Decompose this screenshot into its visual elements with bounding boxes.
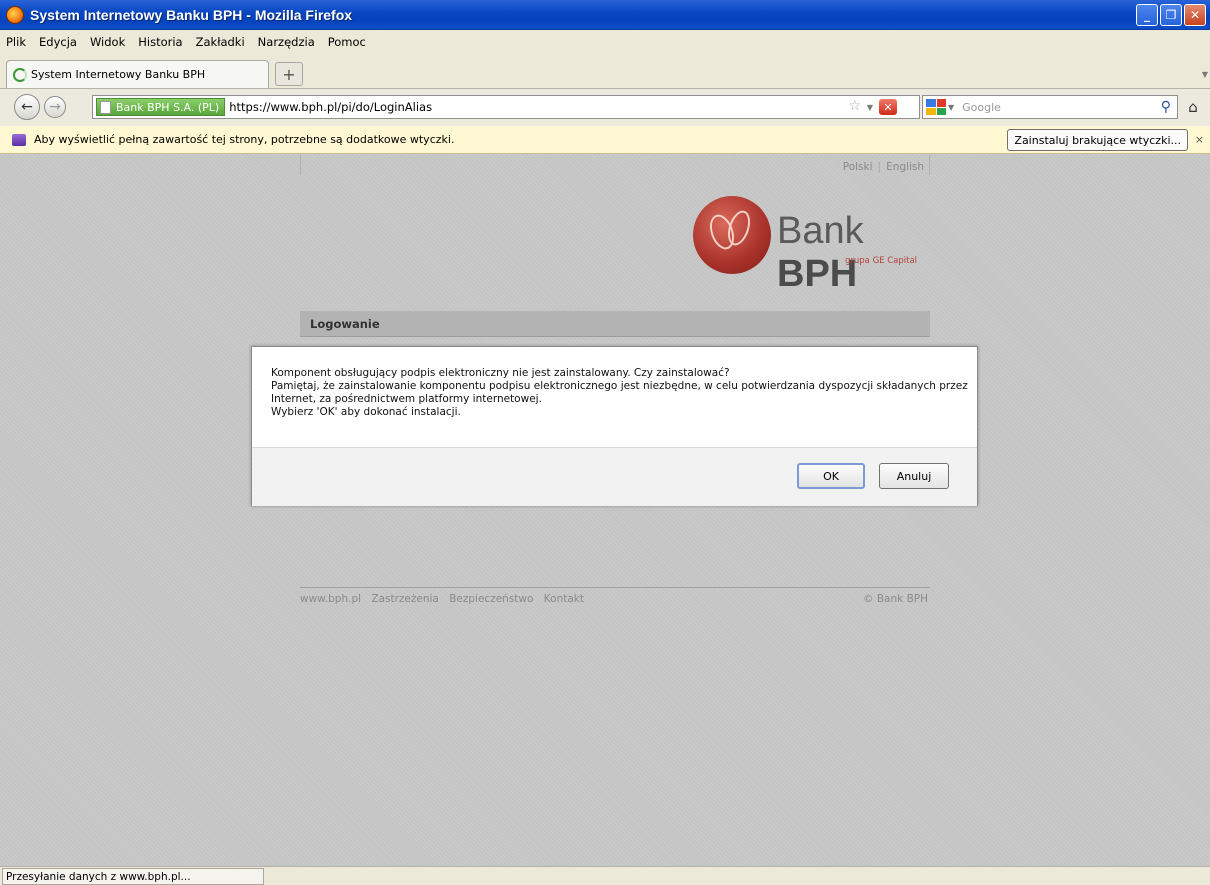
- menu-edycja[interactable]: Edycja: [39, 35, 77, 49]
- bank-logo-text: Bank BPH: [777, 210, 864, 295]
- tab-list-arrow-icon[interactable]: ▼: [1202, 70, 1208, 79]
- footer-copyright: © Bank BPH: [863, 593, 928, 605]
- tab-strip: System Internetowy Banku BPH + ▼: [0, 54, 1210, 88]
- menu-narzedzia[interactable]: Narzędzia: [258, 35, 315, 49]
- close-notification-icon[interactable]: ×: [1195, 133, 1204, 146]
- plugin-notification-bar: Aby wyświetlić pełną zawartość tej stron…: [0, 126, 1210, 154]
- bookmark-star-icon[interactable]: ☆: [848, 98, 861, 114]
- notification-message: Aby wyświetlić pełną zawartość tej stron…: [34, 133, 455, 146]
- install-component-dialog: Komponent obsługujący podpis elektronicz…: [251, 346, 978, 506]
- firefox-icon: [6, 5, 24, 24]
- language-switcher: Polski | English: [842, 161, 924, 173]
- maximize-button[interactable]: ❐: [1160, 4, 1182, 26]
- search-input[interactable]: Google: [962, 101, 1001, 114]
- search-bar[interactable]: ▼ Google ⚲: [922, 95, 1178, 119]
- window-titlebar[interactable]: System Internetowy Banku BPH - Mozilla F…: [0, 0, 1210, 30]
- header-strip: [300, 155, 930, 175]
- footer-link-disclaimer[interactable]: Zastrzeżenia: [371, 593, 438, 605]
- forward-button[interactable]: →: [44, 96, 66, 118]
- dialog-line-2: Pamiętaj, że zainstalowanie komponentu p…: [271, 380, 968, 392]
- navigation-bar: ← → Bank BPH S.A. (PL) https://www.bph.p…: [0, 88, 1210, 126]
- menu-widok[interactable]: Widok: [90, 35, 125, 49]
- close-window-button[interactable]: ✕: [1184, 4, 1206, 26]
- minimize-button[interactable]: _: [1136, 4, 1158, 26]
- footer-link-security[interactable]: Bezpieczeństwo: [449, 593, 533, 605]
- menu-pomoc[interactable]: Pomoc: [328, 35, 366, 49]
- footer-link-home[interactable]: www.bph.pl: [300, 593, 361, 605]
- cancel-button[interactable]: Anuluj: [879, 463, 949, 489]
- dialog-line-4: Wybierz 'OK' aby dokonać instalacji.: [271, 406, 461, 418]
- menu-historia[interactable]: Historia: [138, 35, 182, 49]
- url-text[interactable]: https://www.bph.pl/pi/do/LoginAlias: [229, 100, 432, 114]
- page-icon: [100, 100, 111, 114]
- home-button[interactable]: ⌂: [1182, 96, 1204, 118]
- site-identity-badge[interactable]: Bank BPH S.A. (PL): [96, 98, 226, 116]
- new-tab-button[interactable]: +: [275, 62, 303, 86]
- footer-links: www.bph.pl Zastrzeżenia Bezpieczeństwo K…: [300, 593, 591, 605]
- window-title: System Internetowy Banku BPH - Mozilla F…: [30, 6, 353, 23]
- dialog-line-3: Internet, za pośrednictwem platformy int…: [271, 393, 542, 405]
- bank-logo-subtitle: grupa GE Capital: [845, 256, 918, 266]
- tab-active[interactable]: System Internetowy Banku BPH: [6, 60, 269, 88]
- search-engine-dropdown-icon[interactable]: ▼: [948, 103, 954, 112]
- dialog-button-bar: OK Anuluj: [252, 448, 977, 506]
- back-button[interactable]: ←: [14, 94, 40, 120]
- menu-bar: Plik Edycja Widok Historia Zakładki Narz…: [0, 30, 1210, 54]
- login-section-title: Logowanie: [300, 311, 930, 337]
- menu-zakladki[interactable]: Zakładki: [196, 35, 245, 49]
- google-icon[interactable]: [926, 99, 946, 115]
- url-dropdown-icon[interactable]: ▼: [867, 103, 873, 112]
- footer-link-contact[interactable]: Kontakt: [544, 593, 584, 605]
- status-bar: Przesyłanie danych z www.bph.pl...: [0, 866, 1210, 885]
- bank-logo-emblem: [693, 196, 771, 274]
- tab-label: System Internetowy Banku BPH: [31, 68, 206, 81]
- window-controls: _ ❐ ✕: [1136, 4, 1206, 26]
- page-footer: www.bph.pl Zastrzeżenia Bezpieczeństwo K…: [300, 587, 930, 605]
- loading-spinner-icon: [13, 67, 27, 82]
- search-icon[interactable]: ⚲: [1161, 99, 1171, 115]
- plugin-icon: [12, 133, 26, 146]
- page-content: Polski | English Bank BPH grupa GE Capital…: [0, 155, 1210, 866]
- site-identity-label: Bank BPH S.A. (PL): [116, 100, 220, 114]
- url-bar[interactable]: Bank BPH S.A. (PL) https://www.bph.pl/pi…: [92, 95, 920, 119]
- lang-polski-link[interactable]: Polski: [843, 161, 873, 173]
- dialog-line-1: Komponent obsługujący podpis elektronicz…: [271, 367, 730, 379]
- status-text: Przesyłanie danych z www.bph.pl...: [2, 868, 264, 885]
- install-plugins-button[interactable]: Zainstaluj brakujące wtyczki...: [1007, 129, 1188, 151]
- bank-logo: Bank BPH grupa GE Capital: [693, 196, 933, 295]
- stop-button[interactable]: ✕: [879, 99, 897, 115]
- lang-english-link[interactable]: English: [886, 161, 924, 173]
- dialog-message: Komponent obsługujący podpis elektronicz…: [252, 347, 977, 419]
- menu-plik[interactable]: Plik: [6, 35, 26, 49]
- ok-button[interactable]: OK: [797, 463, 865, 489]
